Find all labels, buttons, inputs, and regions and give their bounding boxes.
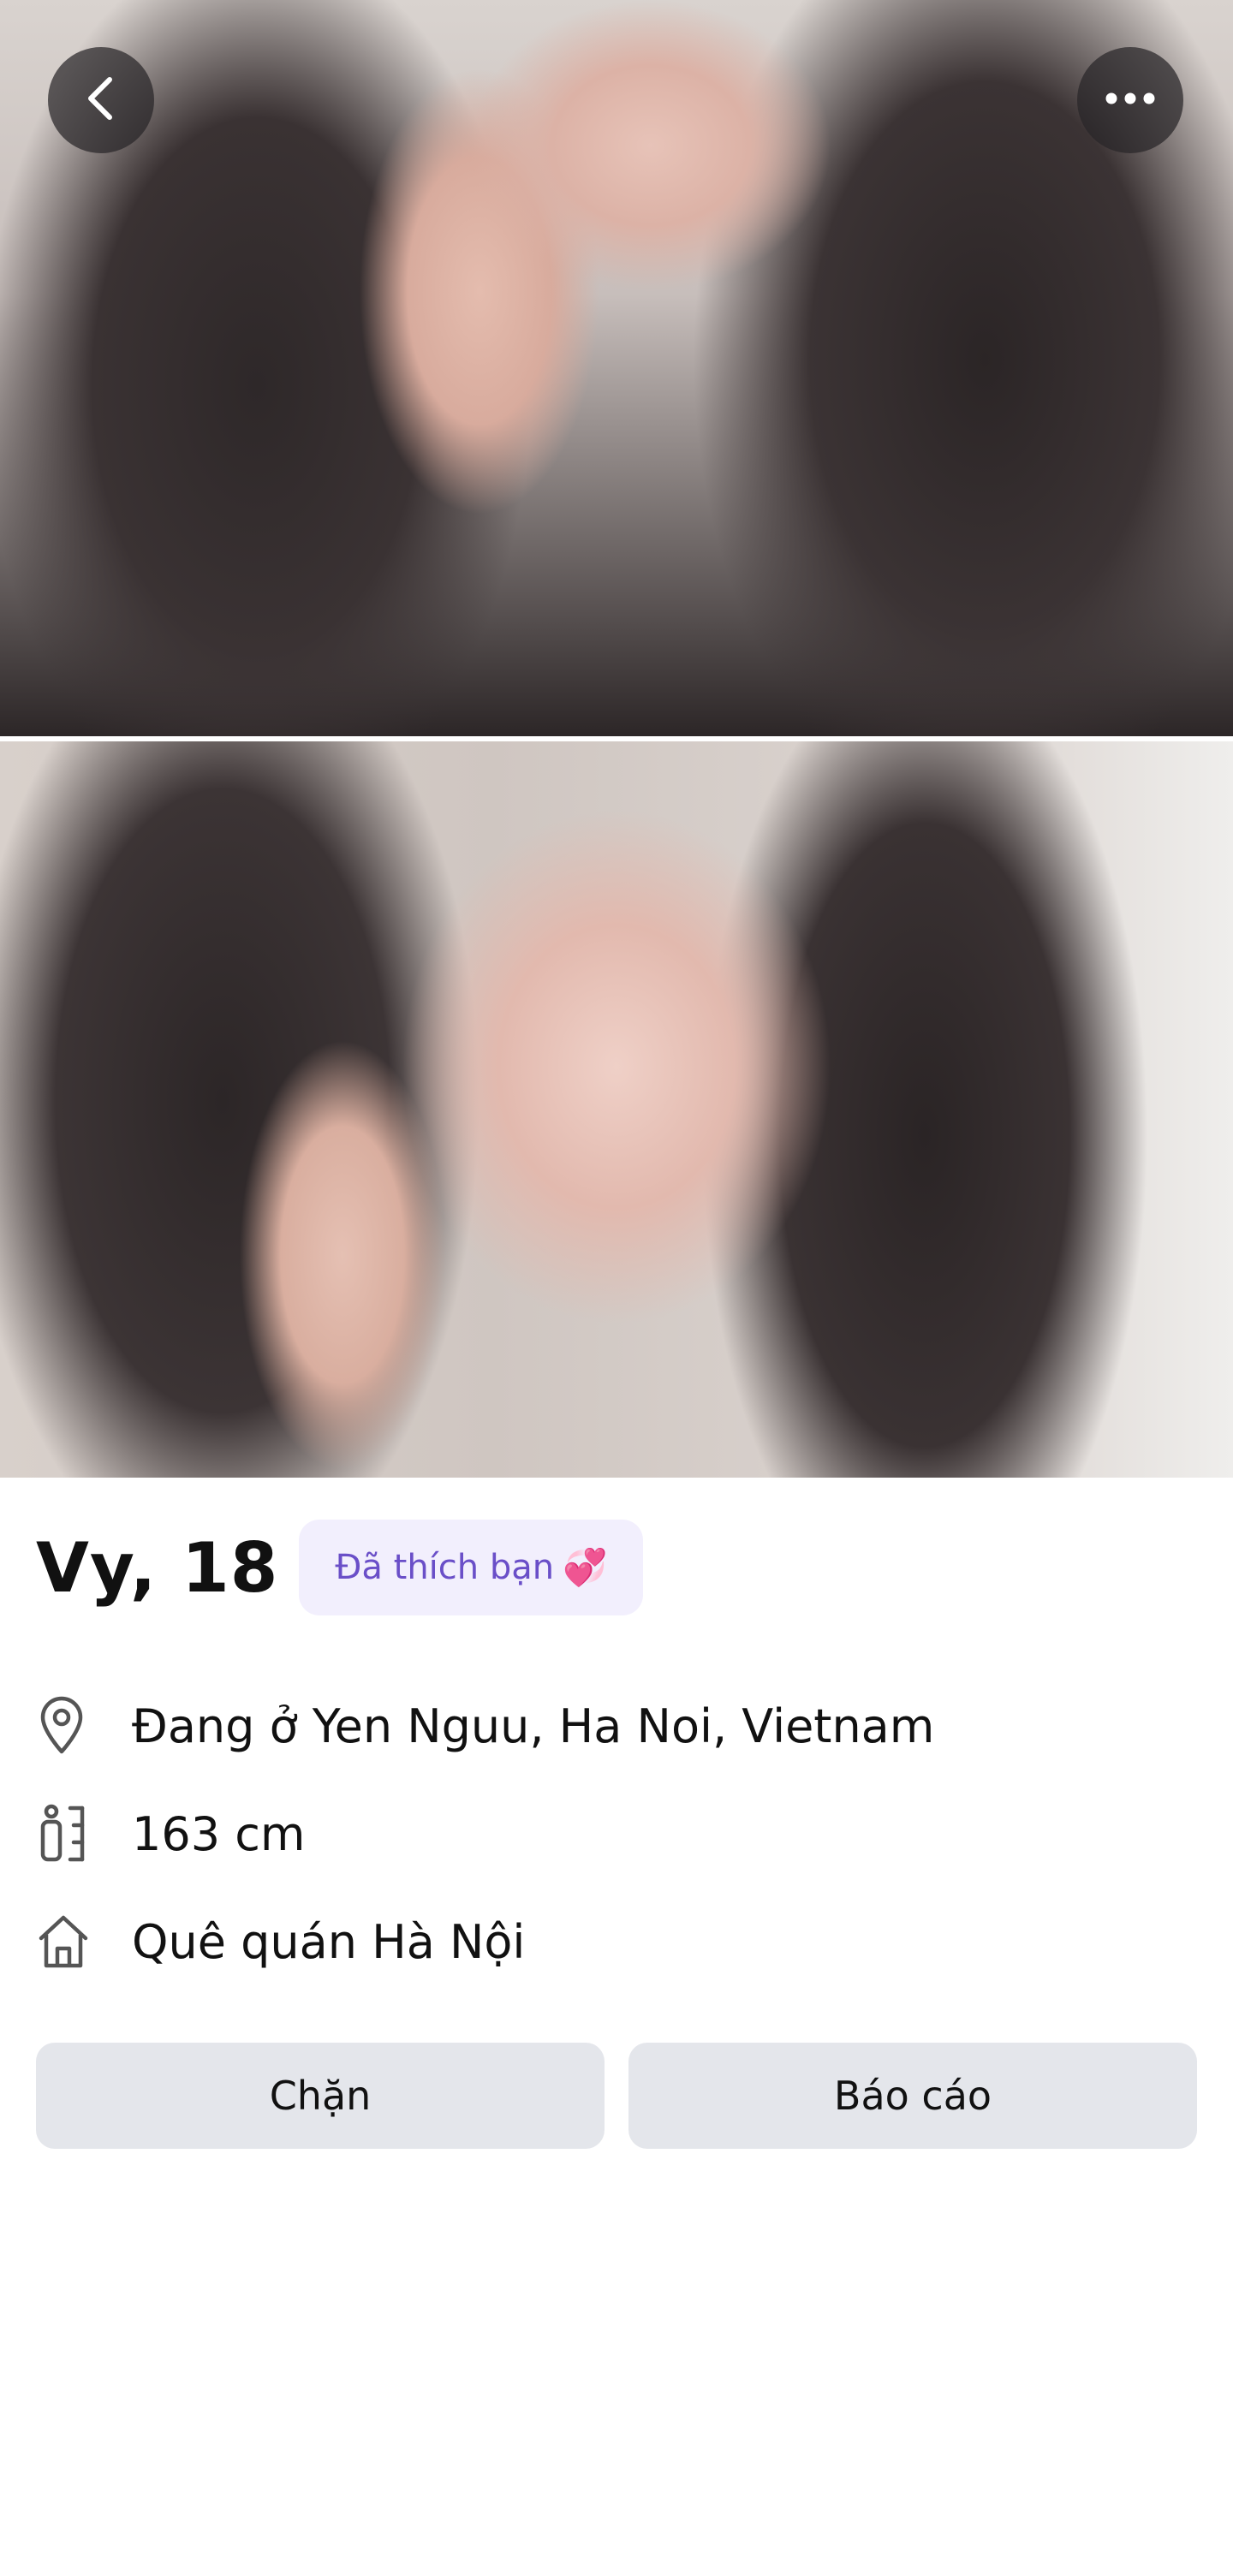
location-text: Đang ở Yen Nguu, Ha Noi, Vietnam xyxy=(132,1698,935,1753)
height-text: 163 cm xyxy=(132,1806,306,1861)
liked-you-label: Đã thích bạn xyxy=(335,1548,555,1587)
chevron-left-icon xyxy=(84,74,118,126)
report-button[interactable]: Báo cáo xyxy=(628,2043,1197,2149)
profile-photo-2[interactable] xyxy=(0,741,1233,1478)
hometown-text: Quê quán Hà Nội xyxy=(132,1914,526,1969)
info-row-hometown: Quê quán Hà Nội xyxy=(36,1907,525,1976)
hearts-emoji: 💞 xyxy=(563,1546,608,1588)
info-row-location: Đang ở Yen Nguu, Ha Noi, Vietnam xyxy=(36,1692,934,1760)
more-horizontal-icon xyxy=(1105,92,1156,109)
info-row-height: 163 cm xyxy=(36,1800,306,1868)
more-options-button[interactable] xyxy=(1077,47,1183,153)
height-ruler-icon xyxy=(36,1800,96,1868)
profile-name-age: Vy, 18 xyxy=(36,1527,279,1608)
map-pin-icon xyxy=(36,1692,96,1760)
profile-header: Vy, 18 Đã thích bạn 💞 xyxy=(36,1520,644,1615)
back-button[interactable] xyxy=(48,47,154,153)
home-icon xyxy=(36,1907,96,1976)
block-button[interactable]: Chặn xyxy=(36,2043,605,2149)
liked-you-badge: Đã thích bạn 💞 xyxy=(299,1520,644,1615)
profile-photo-1[interactable] xyxy=(0,0,1233,736)
